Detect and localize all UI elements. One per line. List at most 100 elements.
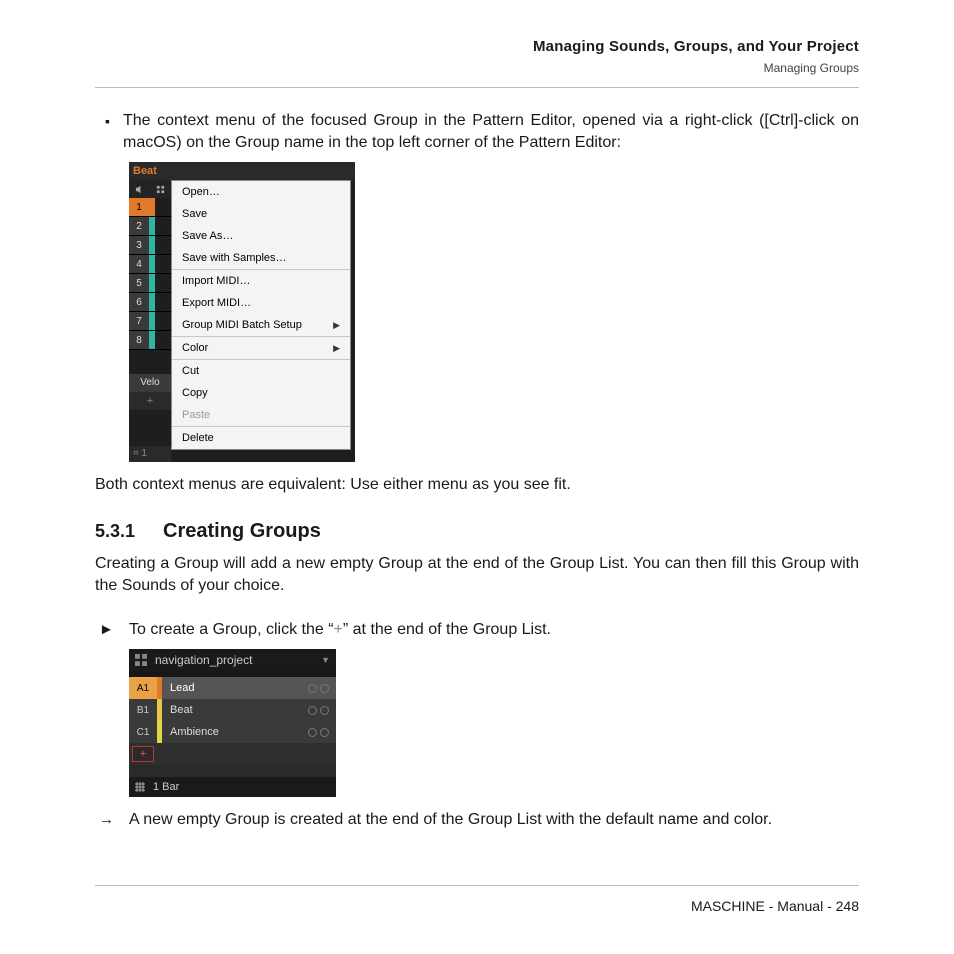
pattern-row: 3: [129, 236, 171, 255]
context-menu-item[interactable]: Delete: [172, 427, 350, 449]
group-row[interactable]: B1Beat: [129, 699, 336, 721]
pattern-tab-label: Beat: [129, 162, 355, 180]
context-menu-label: Open…: [182, 186, 220, 198]
group-knobs: [308, 706, 336, 715]
context-menu-label: Delete: [182, 432, 214, 444]
context-menu-item[interactable]: Color ▶: [172, 337, 350, 359]
context-menu-item[interactable]: Import MIDI…: [172, 270, 350, 292]
context-menu-item[interactable]: Open…: [172, 181, 350, 203]
pattern-row: 5: [129, 274, 171, 293]
context-menu-item[interactable]: Copy: [172, 382, 350, 404]
project-title: navigation_project: [155, 653, 313, 667]
pattern-row-number: 6: [129, 293, 149, 311]
section-intro: Creating a Group will add a new empty Gr…: [95, 553, 859, 597]
pattern-row-number: 7: [129, 312, 149, 330]
pattern-row: 2: [129, 217, 171, 236]
group-rows: A1LeadB1BeatC1 Ambience: [129, 677, 336, 743]
pattern-toolbar: [129, 180, 171, 198]
pattern-row: 8: [129, 331, 171, 350]
step-text: To create a Group, click the “+” at the …: [129, 619, 859, 641]
group-list-footer: 1 Bar: [129, 777, 336, 797]
result-text: A new empty Group is created at the end …: [129, 809, 859, 831]
pattern-row-color: [149, 312, 155, 330]
pattern-row: 7: [129, 312, 171, 331]
context-menu-item[interactable]: Save: [172, 203, 350, 225]
context-menu-item: Paste: [172, 404, 350, 426]
context-menu-label: Export MIDI…: [182, 297, 251, 309]
context-menu-label: Group MIDI Batch Setup: [182, 319, 302, 331]
pattern-row-number: 5: [129, 274, 149, 292]
section-number: 5.3.1: [95, 521, 135, 542]
pattern-row-color: [149, 217, 155, 235]
context-menu-item[interactable]: Export MIDI…: [172, 292, 350, 314]
manual-page: Managing Sounds, Groups, and Your Projec…: [0, 0, 954, 954]
knob-icon: [320, 706, 329, 715]
speaker-icon: [135, 185, 144, 194]
plus-glyph: +: [334, 621, 343, 638]
submenu-arrow-icon: ▶: [333, 343, 340, 354]
pattern-row-color: [149, 236, 155, 254]
pattern-row-number: 1: [129, 198, 149, 216]
context-menu-label: Save with Samples…: [182, 252, 287, 264]
knob-icon: [320, 684, 329, 693]
group-name: Ambience: [162, 726, 308, 738]
context-menu-label: Cut: [182, 365, 199, 377]
step-prefix: To create a Group, click the “: [129, 621, 334, 638]
context-menu-label: Save As…: [182, 230, 233, 242]
grid-icon: [135, 782, 145, 792]
step-suffix: ” at the end of the Group List.: [343, 621, 551, 638]
group-context-menu[interactable]: Open… Save Save As… Save with Samples… Impor…: [171, 180, 351, 450]
group-id: B1: [129, 699, 157, 721]
pattern-editor-screenshot: Beat 12345678 Velo + ⌗ 1 Open… Save Save A…: [129, 162, 355, 462]
group-knobs: [308, 684, 336, 693]
context-menu-label: Save: [182, 208, 207, 220]
result-arrow-icon: →: [95, 809, 129, 831]
knob-icon: [308, 728, 317, 737]
context-menu-item[interactable]: Save with Samples…: [172, 247, 350, 269]
pattern-row: 4: [129, 255, 171, 274]
section-title: Creating Groups: [163, 520, 321, 543]
knob-icon: [308, 706, 317, 715]
velocity-plus: +: [129, 392, 171, 410]
pattern-row-color: [149, 255, 155, 273]
step-instruction: ► To create a Group, click the “+” at th…: [95, 619, 859, 641]
knob-icon: [320, 728, 329, 737]
group-knobs: [308, 728, 336, 737]
context-menu-item[interactable]: Group MIDI Batch Setup ▶: [172, 314, 350, 336]
equivalence-note: Both context menus are equivalent: Use e…: [95, 474, 859, 496]
pattern-row-number: 8: [129, 331, 149, 349]
intro-bullet-text: The context menu of the focused Group in…: [123, 110, 859, 154]
group-list-header: navigation_project ▼: [129, 649, 336, 671]
add-group-row: +: [129, 743, 336, 765]
grid-icon: [156, 185, 165, 194]
section-heading: 5.3.1 Creating Groups: [95, 520, 859, 543]
velocity-section: Velo +: [129, 374, 171, 410]
velocity-label: Velo: [129, 374, 171, 392]
context-menu-item[interactable]: Save As…: [172, 225, 350, 247]
header-title: Managing Sounds, Groups, and Your Projec…: [95, 38, 859, 55]
intro-bullet: ▪ The context menu of the focused Group …: [95, 110, 859, 154]
group-row[interactable]: A1Lead: [129, 677, 336, 699]
context-menu-item[interactable]: Cut: [172, 360, 350, 382]
project-icon: [135, 654, 147, 666]
step-marker-icon: ►: [95, 619, 129, 641]
pattern-row: 1: [129, 198, 171, 217]
dropdown-icon: ▼: [321, 655, 330, 665]
submenu-arrow-icon: ▶: [333, 320, 340, 331]
context-menu-label: Paste: [182, 409, 210, 421]
group-id: C1: [129, 721, 157, 743]
group-row[interactable]: C1 Ambience: [129, 721, 336, 743]
context-menu-label: Color: [182, 342, 208, 354]
group-list-screenshot: navigation_project ▼ A1LeadB1BeatC1 Ambie…: [129, 649, 336, 797]
context-menu-label: Copy: [182, 387, 208, 399]
pattern-row-color: [149, 198, 155, 216]
result-row: → A new empty Group is created at the en…: [95, 809, 859, 831]
pattern-row: 6: [129, 293, 171, 312]
add-group-button[interactable]: +: [132, 746, 154, 762]
page-footer: MASCHINE - Manual - 248: [95, 885, 859, 914]
context-menu-label: Import MIDI…: [182, 275, 250, 287]
pattern-row-number: 3: [129, 236, 149, 254]
pattern-row-color: [149, 293, 155, 311]
pattern-footer: ⌗ 1: [129, 446, 171, 462]
pattern-row-color: [149, 331, 155, 349]
